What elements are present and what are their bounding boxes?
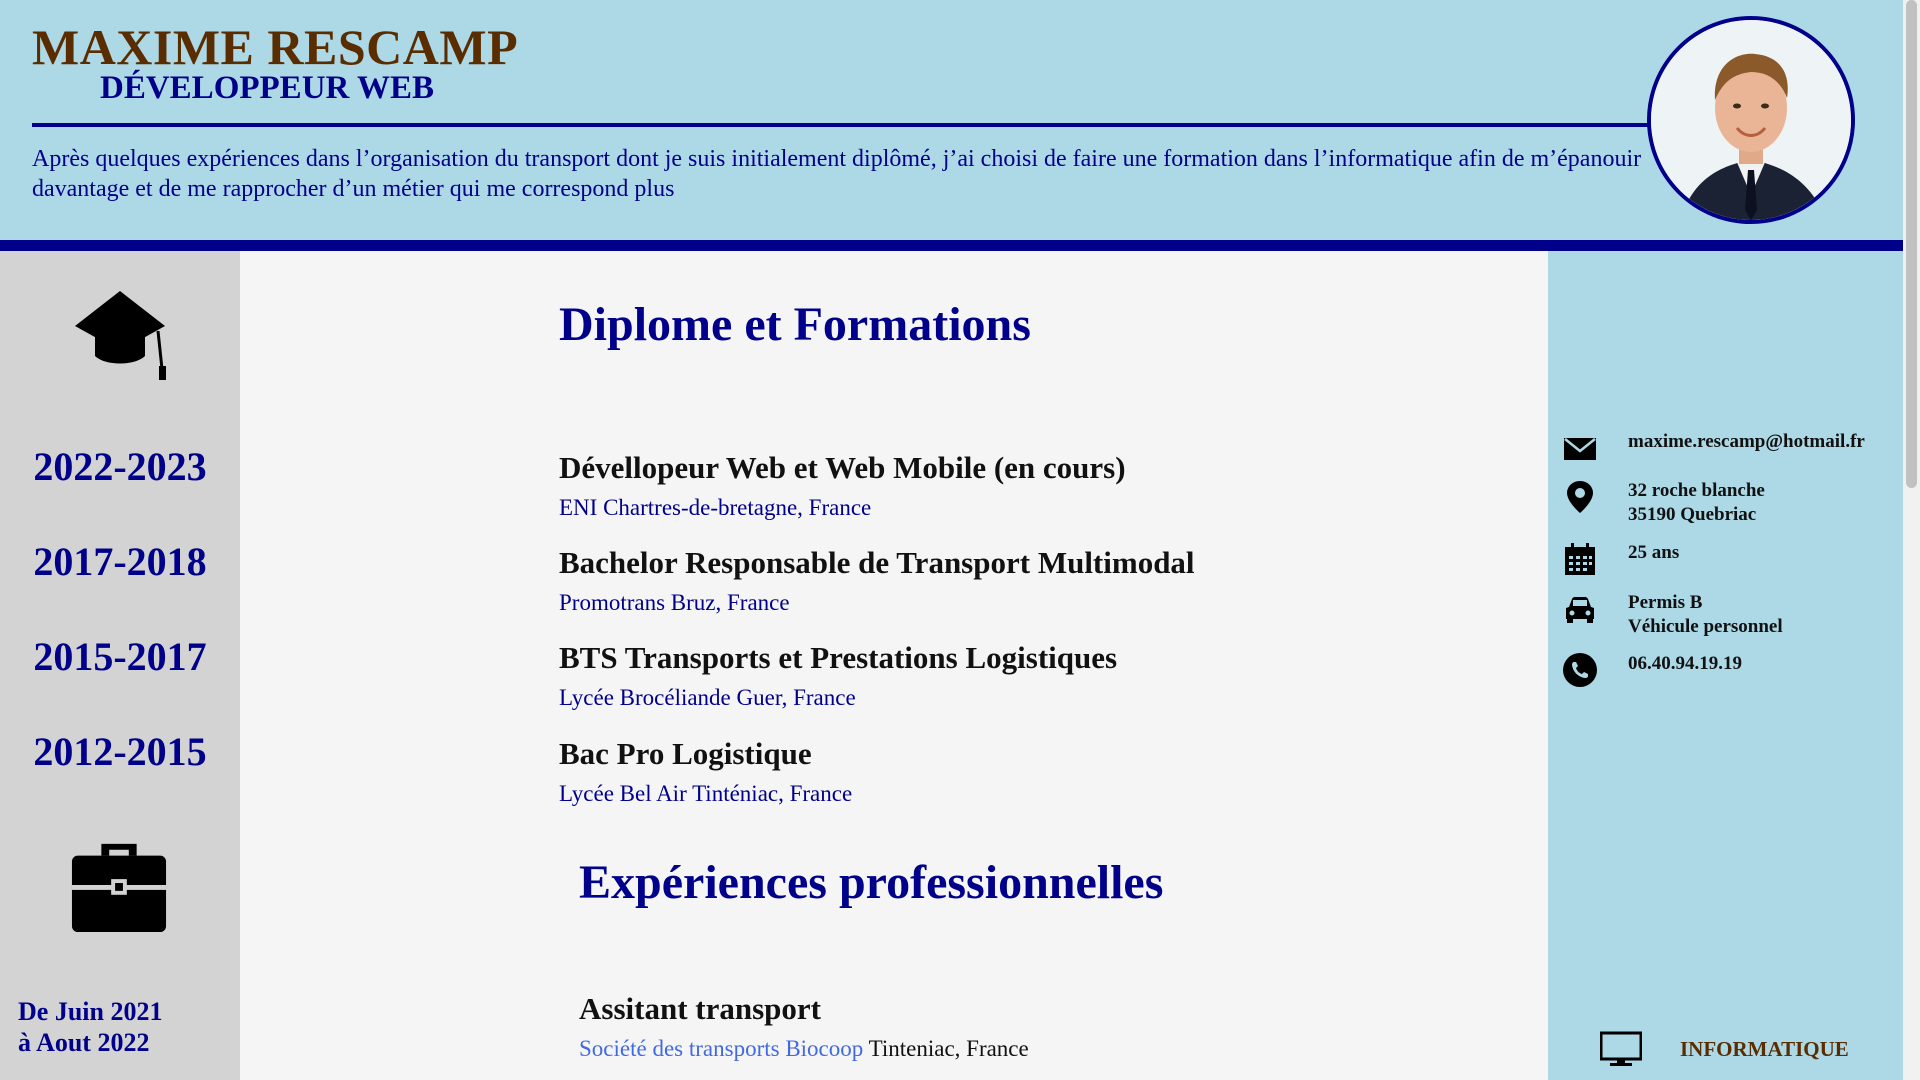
contact-age: 25 ans <box>1628 542 1680 563</box>
header-bottom-bar <box>0 240 1903 251</box>
education-item-title: Dévellopeur Web et Web Mobile (en cours) <box>559 450 1126 485</box>
experience-date-range: De Juin 2021 à Aout 2022 <box>18 996 162 1058</box>
skills-category-label: INFORMATIQUE <box>1680 1036 1849 1061</box>
address-line-1: 32 roche blanche <box>1628 480 1765 501</box>
contact-phone-row: 06.40.94.19.19 <box>1562 652 1742 688</box>
contact-phone: 06.40.94.19.19 <box>1628 653 1742 674</box>
contact-sidebar: maxime.rescamp@hotmail.fr 32 roche blanc… <box>1548 251 1903 1080</box>
address-line-2: 35190 Quebriac <box>1628 504 1757 525</box>
education-item-place: Lycée Bel Air Tinténiac, France <box>559 781 853 806</box>
timeline-year: 2017-2018 <box>33 539 207 584</box>
scrollbar-thumb[interactable] <box>1906 0 1917 488</box>
avatar <box>1647 16 1855 224</box>
experience-location: Tinteniac, France <box>868 1036 1029 1061</box>
license-type: Permis B <box>1628 592 1703 613</box>
car-icon <box>1566 597 1594 623</box>
date-range-start: De Juin 2021 <box>18 997 163 1026</box>
timeline-year: 2015-2017 <box>33 634 207 679</box>
graduation-cap-icon <box>75 291 166 380</box>
job-title: DÉVELOPPEUR WEB <box>100 70 435 106</box>
experience-item-company: Société des transports Biocoop Tinteniac… <box>579 1036 1029 1062</box>
contact-email: maxime.rescamp@hotmail.fr <box>1628 431 1865 452</box>
education-item-title: BTS Transports et Prestations Logistique… <box>559 640 1118 675</box>
education-item-place: Promotrans Bruz, France <box>559 590 790 615</box>
contact-email-row: maxime.rescamp@hotmail.fr <box>1562 430 1865 466</box>
timeline-year: 2012-2015 <box>33 729 207 774</box>
page-scrollbar[interactable] <box>1903 0 1920 1080</box>
header-divider <box>32 123 1652 127</box>
vehicle-info: Véhicule personnel <box>1628 616 1783 637</box>
calendar-icon <box>1565 543 1595 575</box>
envelope-icon <box>1564 438 1596 460</box>
contact-license-row: Permis B Véhicule personnel <box>1562 591 1783 637</box>
education-heading: Diplome et Formations <box>559 298 1031 351</box>
experience-item-title: Assitant transport <box>579 991 821 1026</box>
date-range-end: à Aout 2022 <box>18 1028 150 1057</box>
main-content: Diplome et Formations Dévellopeur Web et… <box>240 251 1548 1080</box>
briefcase-icon <box>71 843 167 933</box>
education-item-place: Lycée Brocéliande Guer, France <box>559 685 856 710</box>
experience-heading: Expériences professionnelles <box>579 856 1164 909</box>
monitor-icon <box>1600 1031 1642 1066</box>
education-item-title: Bachelor Responsable de Transport Multim… <box>559 545 1195 580</box>
intro-text: Après quelques expériences dans l’organi… <box>32 146 1642 202</box>
education-item-title: Bac Pro Logistique <box>559 736 812 771</box>
person-name: MAXIME RESCAMP <box>32 19 519 75</box>
contact-address: 32 roche blanche 35190 Quebriac <box>1628 479 1765 527</box>
company-link[interactable]: Société des transports Biocoop <box>579 1036 863 1061</box>
contact-license: Permis B Véhicule personnel <box>1628 591 1783 639</box>
phone-icon <box>1563 653 1597 687</box>
contact-address-row: 32 roche blanche 35190 Quebriac <box>1562 479 1765 525</box>
map-pin-icon <box>1567 481 1593 513</box>
skills-heading-row: INFORMATIQUE <box>1600 1031 1849 1067</box>
timeline-year: 2022-2023 <box>33 444 207 489</box>
avatar-photo <box>1651 20 1851 220</box>
timeline-sidebar: 2022-2023 2017-2018 2015-2017 2012-2015 … <box>0 251 240 1080</box>
contact-age-row: 25 ans <box>1562 541 1679 577</box>
header: MAXIME RESCAMP DÉVELOPPEUR WEB Après que… <box>0 0 1903 240</box>
education-item-place: ENI Chartres-de-bretagne, France <box>559 495 872 520</box>
